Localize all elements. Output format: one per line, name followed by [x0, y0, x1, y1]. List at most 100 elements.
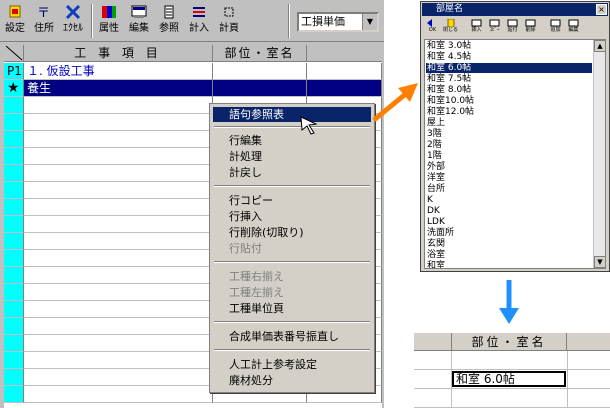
column-header-room[interactable]: 部位・室名 — [451, 333, 567, 351]
menu-item-row-insert[interactable]: 行挿入 — [213, 209, 371, 224]
row-header[interactable] — [4, 199, 24, 216]
excel-button[interactable]: ｴｸｾﾙ — [60, 3, 86, 39]
scroll-up-icon[interactable]: ▲ — [594, 40, 605, 52]
edit-button[interactable]: 編集 — [126, 3, 152, 39]
row-header[interactable] — [4, 386, 24, 403]
list-item[interactable]: 和室 3.0帖 — [426, 41, 592, 51]
list-item[interactable]: 3階 — [426, 129, 592, 139]
corner-cell[interactable] — [4, 45, 24, 62]
menu-item-phrase-reference[interactable]: 語句参照表 — [213, 107, 371, 122]
row-header[interactable] — [4, 267, 24, 284]
list-item[interactable]: 和室12.0帖 — [426, 107, 592, 117]
grid-cell[interactable] — [24, 267, 213, 284]
list-item[interactable]: 和室 4.5帖 — [426, 52, 592, 62]
table-row[interactable]: ★ 養生 — [4, 80, 382, 97]
menu-item-row-copy[interactable]: 行コピー — [213, 193, 371, 208]
list-item[interactable]: K — [426, 195, 592, 205]
row-header[interactable] — [4, 250, 24, 267]
room-name-list[interactable]: 和室 3.0帖 和室 4.5帖 和室 6.0帖 和室 7.5帖 和室 8.0帖 和室10.… — [424, 39, 606, 269]
list-item[interactable]: 玄関 — [426, 239, 592, 249]
row-header[interactable] — [4, 148, 24, 165]
reference-button[interactable]: 参照 — [156, 3, 182, 39]
menu-item-labor-setting[interactable]: 人工計上参考設定 — [213, 357, 371, 372]
column-header-item[interactable]: 工 事 項 目 — [24, 45, 213, 62]
column-header-room[interactable]: 部位・室名 — [213, 45, 307, 62]
list-item[interactable]: 和室 7.5帖 — [426, 74, 592, 84]
room-cell-filled[interactable]: 和室 6.0帖 — [452, 371, 566, 387]
list-item[interactable]: 台所 — [426, 184, 592, 194]
list-item[interactable]: 浴室 — [426, 250, 592, 260]
row-header[interactable] — [4, 216, 24, 233]
row-header[interactable] — [4, 114, 24, 131]
grid-cell[interactable] — [24, 250, 213, 267]
menu-item-calc-process[interactable]: 計処理 — [213, 149, 371, 164]
grid-cell[interactable] — [24, 335, 213, 352]
chevron-down-icon[interactable]: ▼ — [362, 14, 377, 30]
row-header[interactable] — [4, 284, 24, 301]
row-header[interactable] — [4, 318, 24, 335]
popup-ok-button[interactable]: OK — [424, 18, 441, 36]
popup-insert-button[interactable]: 挿入 — [468, 18, 485, 36]
list-item[interactable]: 洋室 — [426, 173, 592, 183]
row-header[interactable] — [4, 182, 24, 199]
close-icon[interactable]: × — [596, 4, 607, 15]
popup-paste-button[interactable]: 貼付 — [504, 18, 521, 36]
list-item[interactable]: 屋上 — [426, 118, 592, 128]
grid-cell[interactable] — [24, 284, 213, 301]
popup-add-button[interactable]: 追加 — [547, 18, 564, 36]
popup-edit-button[interactable]: 編集 — [565, 18, 582, 36]
grid-cell[interactable] — [24, 148, 213, 165]
price-type-combo[interactable]: 工損単価 ▼ — [297, 12, 379, 32]
room-cell[interactable] — [213, 63, 307, 80]
list-item[interactable]: 洗面所 — [426, 228, 592, 238]
calc-page-button[interactable]: 計頁 — [216, 3, 242, 39]
grid-cell[interactable] — [24, 199, 213, 216]
grid-cell[interactable] — [24, 352, 213, 369]
grid-cell[interactable] — [24, 114, 213, 131]
list-item[interactable]: 和室10.0帖 — [426, 96, 592, 106]
menu-item-row-delete[interactable]: 行削除(切取り) — [213, 225, 371, 240]
row-header[interactable]: P1 — [4, 63, 24, 80]
row-header[interactable] — [4, 131, 24, 148]
grid-cell[interactable] — [24, 233, 213, 250]
table-row[interactable]: P1 １. 仮設工事 — [4, 63, 382, 80]
grid-cell[interactable] — [24, 97, 213, 114]
list-item[interactable]: LDK — [426, 217, 592, 227]
grid-cell[interactable] — [24, 318, 213, 335]
list-item[interactable]: DK — [426, 206, 592, 216]
row-header[interactable] — [4, 233, 24, 250]
list-item[interactable]: 和室 — [426, 261, 592, 268]
item-cell-selected[interactable]: 養生 — [24, 80, 213, 97]
menu-item-waste-disposal[interactable]: 廃材処分 — [213, 373, 371, 388]
address-button[interactable]: 〒 住所 — [31, 3, 57, 39]
list-item[interactable]: 1階 — [426, 151, 592, 161]
menu-item-calc-undo[interactable]: 計戻し — [213, 165, 371, 180]
grid-cell[interactable] — [24, 131, 213, 148]
list-item[interactable]: 和室 8.0帖 — [426, 85, 592, 95]
row-header[interactable] — [4, 301, 24, 318]
menu-item-work-type-page[interactable]: 工種単位頁 — [213, 301, 371, 316]
menu-item-row-edit[interactable]: 行編集 — [213, 133, 371, 148]
grid-cell[interactable] — [24, 216, 213, 233]
grid-cell[interactable] — [24, 182, 213, 199]
row-header[interactable] — [4, 335, 24, 352]
grid-cell[interactable] — [24, 369, 213, 386]
row-header[interactable] — [4, 369, 24, 386]
item-cell[interactable]: １. 仮設工事 — [24, 63, 213, 80]
row-header-current[interactable]: ★ — [4, 80, 24, 97]
room-cell-selected[interactable] — [213, 80, 307, 97]
popup-copy-button[interactable]: ｺﾋﾟｰ — [486, 18, 503, 36]
popup-delete-button[interactable]: 削除 — [522, 18, 539, 36]
row-header[interactable] — [4, 97, 24, 114]
calc-in-button[interactable]: 計入 — [186, 3, 212, 39]
list-scrollbar[interactable]: ▲ ▼ — [593, 40, 605, 268]
list-item-selected[interactable]: 和室 6.0帖 — [426, 63, 592, 73]
row-header[interactable] — [4, 352, 24, 369]
list-item[interactable]: 2階 — [426, 140, 592, 150]
popup-close-button[interactable]: 閉じる — [442, 18, 459, 36]
menu-item-renumber[interactable]: 合成単価表番号振直し — [213, 329, 371, 344]
grid-cell[interactable] — [24, 165, 213, 182]
scroll-down-icon[interactable]: ▼ — [594, 256, 605, 268]
grid-cell[interactable] — [24, 386, 213, 403]
row-header[interactable] — [4, 165, 24, 182]
